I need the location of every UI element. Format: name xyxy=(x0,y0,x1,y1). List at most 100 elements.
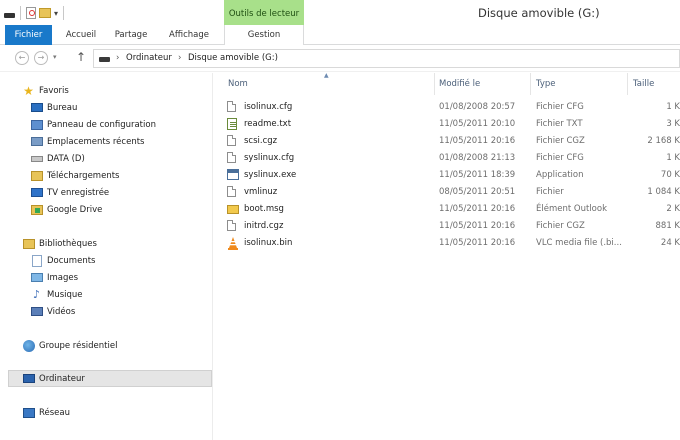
file-row[interactable]: boot.msg 11/05/2011 20:16 Élément Outloo… xyxy=(222,201,680,218)
nav-item-pictures[interactable]: Images xyxy=(30,269,78,286)
context-tab-group: Outils de lecteur xyxy=(224,0,304,25)
file-name: isolinux.cfg xyxy=(244,102,293,112)
desktop-icon xyxy=(30,101,43,114)
file-type: Application xyxy=(536,170,584,180)
file-size: 1 K xyxy=(666,153,680,163)
music-icon: ♪ xyxy=(32,288,41,301)
tv-icon xyxy=(30,186,43,199)
nav-libraries[interactable]: Bibliothèques xyxy=(22,235,97,252)
nav-computer[interactable]: Ordinateur xyxy=(8,370,212,387)
tab-manage[interactable]: Gestion xyxy=(224,25,304,45)
generic-file-icon xyxy=(227,186,239,199)
breadcrumb-removable-disk[interactable]: Disque amovible (G:) xyxy=(188,53,278,63)
file-modified: 11/05/2011 20:16 xyxy=(439,204,516,214)
file-name: initrd.cgz xyxy=(244,221,284,231)
new-folder-icon[interactable] xyxy=(39,8,51,18)
file-row[interactable]: scsi.cgz 11/05/2011 20:16 Fichier CGZ 2 … xyxy=(222,133,680,150)
generic-file-icon xyxy=(227,101,239,114)
nav-label: Téléchargements xyxy=(47,170,120,181)
file-row[interactable]: isolinux.bin 11/05/2011 20:16 VLC media … xyxy=(222,235,680,252)
file-size: 881 K xyxy=(655,221,680,231)
control-panel-icon xyxy=(30,118,43,131)
file-name: readme.txt xyxy=(244,119,292,129)
nav-item-google-drive[interactable]: Google Drive xyxy=(30,201,102,218)
navigation-bar: ← → ▾ ↑ › Ordinateur › Disque amovible (… xyxy=(0,46,680,72)
nav-label: Réseau xyxy=(39,407,71,418)
chevron-right-icon[interactable]: › xyxy=(116,53,119,63)
column-divider[interactable] xyxy=(434,73,435,95)
tab-file[interactable]: Fichier xyxy=(5,25,52,45)
file-row[interactable]: syslinux.cfg 01/08/2008 21:13 Fichier CF… xyxy=(222,150,680,167)
drive-icon[interactable] xyxy=(4,12,15,18)
column-header-modified[interactable]: Modifié le xyxy=(439,73,480,95)
nav-item-recorded-tv[interactable]: TV enregistrée xyxy=(30,184,109,201)
star-icon: ★ xyxy=(23,83,34,98)
file-row[interactable]: readme.txt 11/05/2011 20:10 Fichier TXT … xyxy=(222,116,680,133)
file-size: 3 K xyxy=(666,119,680,129)
file-type: Fichier CGZ xyxy=(536,136,585,146)
tab-home[interactable]: Accueil xyxy=(58,25,104,45)
libraries-icon xyxy=(22,237,35,250)
toolbar-divider xyxy=(20,6,21,20)
forward-button[interactable]: → xyxy=(34,51,48,65)
file-type: Fichier TXT xyxy=(536,119,583,129)
customize-toolbar-icon[interactable]: ▾ xyxy=(54,9,58,18)
quick-access-toolbar: ▾ xyxy=(4,5,66,21)
file-name: boot.msg xyxy=(244,204,284,214)
file-row[interactable]: initrd.cgz 11/05/2011 20:16 Fichier CGZ … xyxy=(222,218,680,235)
column-header-type[interactable]: Type xyxy=(536,73,556,95)
file-type: Élément Outlook xyxy=(536,204,607,214)
nav-item-data-drive[interactable]: DATA (D) xyxy=(30,150,85,167)
properties-icon[interactable] xyxy=(26,7,36,19)
file-type: VLC media file (.bi... xyxy=(536,238,622,248)
ribbon-tabs: Fichier Accueil Partage Affichage Gestio… xyxy=(0,25,680,45)
file-modified: 11/05/2011 20:10 xyxy=(439,119,516,129)
file-size: 24 K xyxy=(660,238,680,248)
file-size: 2 168 K xyxy=(647,136,680,146)
nav-network[interactable]: Réseau xyxy=(22,404,70,421)
file-row[interactable]: vmlinuz 08/05/2011 20:51 Fichier 1 084 K xyxy=(222,184,680,201)
column-header-name[interactable]: Nom xyxy=(228,73,248,95)
nav-item-videos[interactable]: Vidéos xyxy=(30,303,75,320)
chevron-right-icon[interactable]: › xyxy=(178,53,181,63)
file-size: 70 K xyxy=(660,170,680,180)
nav-item-downloads[interactable]: Téléchargements xyxy=(30,167,119,184)
file-modified: 01/08/2008 21:13 xyxy=(439,153,516,163)
column-divider[interactable] xyxy=(627,73,628,95)
nav-item-recent-places[interactable]: Emplacements récents xyxy=(30,133,144,150)
tab-share[interactable]: Partage xyxy=(108,25,154,45)
file-name: syslinux.cfg xyxy=(244,153,295,163)
nav-label: Panneau de configuration xyxy=(47,119,156,130)
application-icon xyxy=(227,169,239,182)
nav-item-desktop[interactable]: Bureau xyxy=(30,99,77,116)
nav-label: Emplacements récents xyxy=(47,136,145,147)
recent-locations-dropdown-icon[interactable]: ▾ xyxy=(53,53,57,61)
column-header-size[interactable]: Taille xyxy=(633,73,654,95)
title-bar: ▾ Outils de lecteur Disque amovible (G:) xyxy=(0,0,680,25)
file-modified: 01/08/2008 20:57 xyxy=(439,102,516,112)
pictures-icon xyxy=(30,271,43,284)
file-row[interactable]: isolinux.cfg 01/08/2008 20:57 Fichier CF… xyxy=(222,99,680,116)
outlook-message-icon xyxy=(227,203,239,216)
generic-file-icon xyxy=(227,220,239,233)
file-modified: 11/05/2011 18:39 xyxy=(439,170,516,180)
nav-item-music[interactable]: ♪ Musique xyxy=(30,286,83,303)
nav-label: Groupe résidentiel xyxy=(39,340,118,351)
column-divider[interactable] xyxy=(530,73,531,95)
up-button[interactable]: ↑ xyxy=(76,50,86,64)
nav-item-documents[interactable]: Documents xyxy=(30,252,95,269)
nav-favorites[interactable]: ★ Favoris xyxy=(22,82,69,99)
file-type: Fichier CGZ xyxy=(536,221,585,231)
nav-item-control-panel[interactable]: Panneau de configuration xyxy=(30,116,156,133)
file-row[interactable]: syslinux.exe 11/05/2011 18:39 Applicatio… xyxy=(222,167,680,184)
breadcrumb-computer[interactable]: Ordinateur xyxy=(126,53,172,63)
homegroup-icon xyxy=(22,339,35,352)
address-bar[interactable]: › Ordinateur › Disque amovible (G:) xyxy=(93,49,680,68)
generic-file-icon xyxy=(227,135,239,148)
tab-view[interactable]: Affichage xyxy=(160,25,218,45)
context-group-label: Outils de lecteur xyxy=(228,9,300,19)
back-button[interactable]: ← xyxy=(15,51,29,65)
nav-label: Vidéos xyxy=(47,306,76,317)
nav-homegroup[interactable]: Groupe résidentiel xyxy=(22,337,117,354)
nav-label: Bibliothèques xyxy=(39,238,97,249)
